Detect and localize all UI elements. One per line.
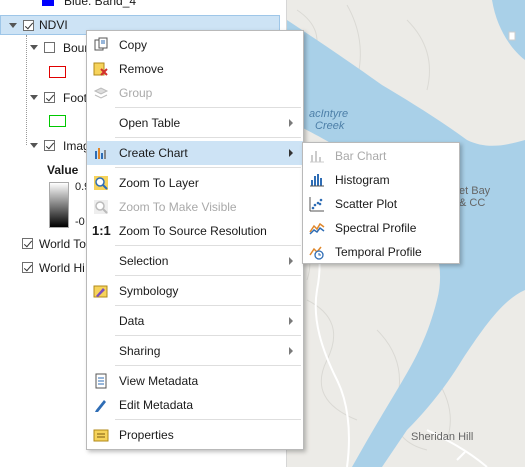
footprint-label: Foot bbox=[63, 91, 88, 105]
world-topo-checkbox[interactable] bbox=[22, 238, 33, 249]
boundary-label: Bour bbox=[63, 41, 89, 55]
map-label-cc: & CC bbox=[459, 197, 486, 209]
layer-context-menu: Copy Remove Group Open Table Create Char… bbox=[86, 30, 304, 450]
map-label-sheridan-hill: Sheridan Hill bbox=[411, 431, 474, 443]
menu-item-properties[interactable]: Properties bbox=[87, 423, 303, 447]
collapse-arrow-icon[interactable] bbox=[30, 143, 38, 148]
menu-item-data[interactable]: Data bbox=[87, 309, 303, 333]
menu-item-zoom-to-layer[interactable]: Zoom To Layer bbox=[87, 171, 303, 195]
one-to-one-icon: 1:1 bbox=[92, 223, 111, 238]
collapse-arrow-icon[interactable] bbox=[30, 95, 38, 100]
menu-separator bbox=[115, 245, 301, 246]
histogram-icon bbox=[309, 172, 325, 188]
menu-separator bbox=[115, 275, 301, 276]
temporal-profile-icon bbox=[309, 244, 325, 260]
submenu-arrow-icon bbox=[289, 317, 293, 325]
tree-guide bbox=[26, 35, 28, 145]
menu-item-zoom-to-make-visible[interactable]: Zoom To Make Visible bbox=[87, 195, 303, 219]
boundary-checkbox[interactable] bbox=[44, 42, 55, 53]
world-topo-label: World To bbox=[39, 237, 86, 251]
ramp-low-value: -0 bbox=[75, 216, 85, 228]
menu-item-group[interactable]: Group bbox=[87, 81, 303, 105]
blue-swatch bbox=[42, 0, 54, 6]
create-chart-submenu: Bar Chart Histogram Scatter Plot Spectra… bbox=[302, 142, 460, 264]
submenu-arrow-icon bbox=[289, 119, 293, 127]
menu-separator bbox=[115, 137, 301, 138]
submenu-item-scatter-plot[interactable]: Scatter Plot bbox=[303, 192, 459, 216]
world-hillshade-label: World Hi bbox=[39, 261, 85, 275]
view-metadata-icon bbox=[93, 373, 109, 389]
boundary-red-swatch bbox=[49, 66, 66, 78]
menu-separator bbox=[115, 305, 301, 306]
submenu-arrow-icon bbox=[289, 149, 293, 157]
bar-chart-icon bbox=[309, 148, 325, 164]
image-checkbox[interactable] bbox=[44, 140, 55, 151]
menu-separator bbox=[115, 167, 301, 168]
collapse-arrow-icon[interactable] bbox=[9, 23, 17, 28]
menu-item-view-metadata[interactable]: View Metadata bbox=[87, 369, 303, 393]
group-layers-icon bbox=[93, 85, 109, 101]
menu-separator bbox=[115, 335, 301, 336]
menu-separator bbox=[115, 365, 301, 366]
menu-item-selection[interactable]: Selection bbox=[87, 249, 303, 273]
footprint-checkbox[interactable] bbox=[44, 92, 55, 103]
zoom-visible-icon bbox=[93, 199, 109, 215]
map-label-creek: Creek bbox=[315, 120, 345, 132]
menu-separator bbox=[115, 419, 301, 420]
scatter-plot-icon bbox=[309, 196, 325, 212]
value-label: Value bbox=[47, 163, 79, 177]
menu-item-sharing[interactable]: Sharing bbox=[87, 339, 303, 363]
menu-item-symbology[interactable]: Symbology bbox=[87, 279, 303, 303]
collapse-arrow-icon[interactable] bbox=[30, 45, 38, 50]
blue-band-label: Blue: Band_4 bbox=[64, 0, 137, 8]
submenu-item-spectral-profile[interactable]: Spectral Profile bbox=[303, 216, 459, 240]
menu-item-remove[interactable]: Remove bbox=[87, 57, 303, 81]
chart-icon bbox=[93, 145, 109, 161]
menu-item-zoom-to-source-resolution[interactable]: 1:1 Zoom To Source Resolution bbox=[87, 219, 303, 243]
menu-separator bbox=[115, 107, 301, 108]
submenu-arrow-icon bbox=[289, 347, 293, 355]
menu-item-create-chart[interactable]: Create Chart bbox=[87, 141, 303, 165]
submenu-item-temporal-profile[interactable]: Temporal Profile bbox=[303, 240, 459, 264]
zoom-to-layer-icon bbox=[93, 175, 109, 191]
properties-icon bbox=[93, 427, 109, 443]
ndvi-color-ramp bbox=[49, 182, 69, 228]
submenu-item-histogram[interactable]: Histogram bbox=[303, 168, 459, 192]
menu-item-open-table[interactable]: Open Table bbox=[87, 111, 303, 135]
remove-layer-icon bbox=[93, 61, 109, 77]
menu-item-edit-metadata[interactable]: Edit Metadata bbox=[87, 393, 303, 417]
map-label-bay: et Bay bbox=[459, 185, 491, 197]
copy-icon bbox=[93, 37, 109, 53]
footprint-green-swatch bbox=[49, 115, 66, 127]
ndvi-label: NDVI bbox=[39, 18, 68, 32]
symbology-icon bbox=[93, 283, 109, 299]
map-label-macintyre: acIntyre bbox=[309, 108, 349, 120]
edit-pencil-icon bbox=[93, 397, 109, 413]
submenu-item-bar-chart[interactable]: Bar Chart bbox=[303, 144, 459, 168]
submenu-arrow-icon bbox=[289, 257, 293, 265]
menu-item-copy[interactable]: Copy bbox=[87, 33, 303, 57]
ndvi-checkbox[interactable] bbox=[23, 20, 34, 31]
world-hillshade-checkbox[interactable] bbox=[22, 262, 33, 273]
spectral-profile-icon bbox=[309, 220, 325, 236]
